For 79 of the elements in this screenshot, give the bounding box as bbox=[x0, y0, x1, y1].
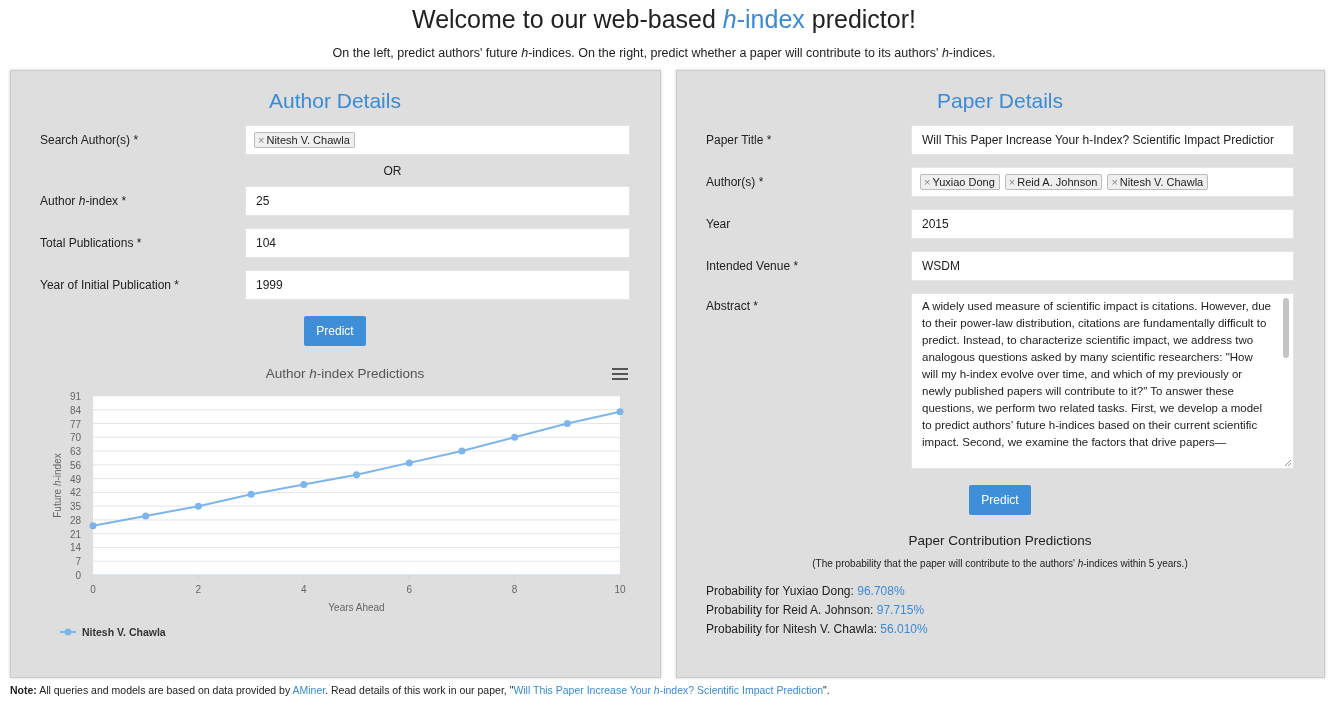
chart-title: Author h-index Predictions bbox=[265, 366, 425, 381]
probability-result: Probability for Reid A. Johnson: 97.715% bbox=[706, 603, 925, 617]
data-point bbox=[353, 471, 360, 479]
results-heading: Paper Contribution Predictions bbox=[907, 533, 1093, 548]
axis-tick-label: 0 bbox=[75, 570, 81, 581]
scrollbar-thumb bbox=[1283, 298, 1289, 358]
tag-input-field[interactable]: × Yuxiao Dong × Reid A. Johnson × Nitesh V. Chawla bbox=[911, 167, 1294, 197]
axis-tick-label: 28 bbox=[69, 514, 81, 526]
menu-icon[interactable] bbox=[612, 368, 628, 380]
results-note: (The probability that the paper will contribute to the authors' h-indices within 5 years.) bbox=[811, 558, 1189, 569]
field-label: Abstract * bbox=[706, 298, 760, 313]
axis-title: Years Ahead bbox=[328, 602, 385, 613]
axis-tick-label: 56 bbox=[69, 459, 81, 471]
data-point bbox=[458, 447, 466, 455]
data-point bbox=[142, 512, 150, 520]
abstract-textarea[interactable]: A widely used measure of scientific impact is citations. However, due to their power-law distribution, citations are fundamentally difficult to predict. Instead, to characterize scientific impact, we address two analogous questions asked by many scientific researchers: "How will my h-index evolve over time, and which of my previously or newly published papers will contribute to it?" To answer these questions, we perform two related tasks. First, we develop a model to predict authors’ future h-indices based on their current scientific impact. Second, we examine the factors that drive papers— bbox=[911, 293, 1294, 469]
axis-tick-label: 10 bbox=[614, 584, 626, 595]
tag-label: Reid A. Johnson bbox=[1017, 176, 1098, 188]
field-label: Search Author(s) * bbox=[40, 133, 140, 147]
data-point bbox=[300, 481, 308, 488]
tag-label: Yuxiao Dong bbox=[932, 176, 995, 188]
resize-grip-icon bbox=[1284, 459, 1291, 466]
probability-result: Probability for Nitesh V. Chawla: 56.010% bbox=[706, 622, 928, 636]
page-title: Welcome to our web-based h-index predictor! bbox=[411, 4, 917, 34]
legend-item[interactable]: Nitesh V. Chawla bbox=[60, 626, 166, 638]
input-field[interactable]: 1999 bbox=[245, 270, 630, 300]
axis-tick-label: 77 bbox=[69, 418, 81, 430]
author-tag[interactable]: × Yuxiao Dong bbox=[920, 174, 1000, 190]
field-label: Year of Initial Publication * bbox=[40, 278, 180, 292]
axis-tick-label: 0 bbox=[90, 584, 96, 595]
legend-label: Nitesh V. Chawla bbox=[82, 626, 166, 638]
or-separator: OR bbox=[382, 164, 403, 178]
data-point bbox=[511, 433, 519, 441]
data-point bbox=[89, 522, 97, 530]
axis-tick-label: 35 bbox=[69, 501, 81, 513]
axis-tick-label: 42 bbox=[69, 487, 81, 499]
input-field[interactable]: 25 bbox=[245, 186, 630, 216]
footer-note: Note: All queries and models are based on data provided by AMiner. Read details of this work in our paper, "Will This Paper Increase Your h-index? Scientific Impact Prediction". bbox=[10, 684, 831, 696]
axis-tick-label: 49 bbox=[69, 473, 81, 485]
field-label: Author h-index * bbox=[40, 194, 128, 208]
axis-title: Future h-index bbox=[52, 453, 63, 518]
panel-heading: Author Details bbox=[268, 89, 402, 113]
input-field[interactable]: WSDM bbox=[911, 251, 1294, 281]
axis-tick-label: 84 bbox=[69, 404, 81, 416]
author-tag[interactable]: × Nitesh V. Chawla bbox=[1107, 174, 1209, 190]
data-point bbox=[247, 490, 255, 498]
axis-tick-label: 14 bbox=[69, 542, 81, 554]
panel-heading: Paper Details bbox=[935, 89, 1065, 113]
field-label: Year bbox=[706, 217, 732, 231]
legend-marker-icon bbox=[60, 628, 76, 636]
axis-tick-label: 91 bbox=[69, 391, 81, 402]
input-field[interactable]: 104 bbox=[245, 228, 630, 258]
tag-label: Nitesh V. Chawla bbox=[266, 134, 350, 146]
footer-link[interactable]: Will This Paper Increase Your h-index? Scientific Impact Prediction bbox=[513, 684, 824, 696]
axis-tick-label: 63 bbox=[69, 446, 81, 458]
axis-tick-label: 8 bbox=[511, 584, 518, 595]
probability-result: Probability for Yuxiao Dong: 96.708% bbox=[706, 584, 905, 598]
axis-tick-label: 7 bbox=[75, 556, 81, 568]
author-tag[interactable]: × Nitesh V. Chawla bbox=[254, 132, 355, 148]
data-point bbox=[563, 420, 571, 428]
field-label: Total Publications * bbox=[40, 236, 143, 250]
input-field[interactable]: Will This Paper Increase Your h-Index? Scientific Impact Predictior bbox=[911, 125, 1294, 155]
data-point bbox=[616, 408, 624, 416]
footer-link[interactable]: AMiner bbox=[292, 684, 326, 696]
input-field[interactable]: 2015 bbox=[911, 209, 1294, 239]
author-tag[interactable]: × Reid A. Johnson bbox=[1004, 174, 1103, 190]
field-label: Author(s) * bbox=[706, 175, 765, 189]
axis-tick-label: 21 bbox=[69, 528, 81, 540]
tag-label: Nitesh V. Chawla bbox=[1119, 176, 1204, 188]
data-point bbox=[405, 459, 413, 467]
data-point bbox=[194, 502, 202, 510]
axis-tick-label: 6 bbox=[406, 584, 412, 595]
axis-tick-label: 2 bbox=[195, 584, 202, 595]
axis-tick-label: 4 bbox=[301, 584, 307, 595]
tag-input-field[interactable]: × Nitesh V. Chawla bbox=[245, 125, 630, 155]
field-label: Intended Venue * bbox=[706, 259, 800, 273]
page-subtitle: On the left, predict authors' future h-indices. On the right, predict whether a paper will contribute to its authors' h-indices. bbox=[331, 46, 997, 60]
field-label: Paper Title * bbox=[706, 133, 773, 147]
axis-tick-label: 70 bbox=[69, 432, 81, 444]
